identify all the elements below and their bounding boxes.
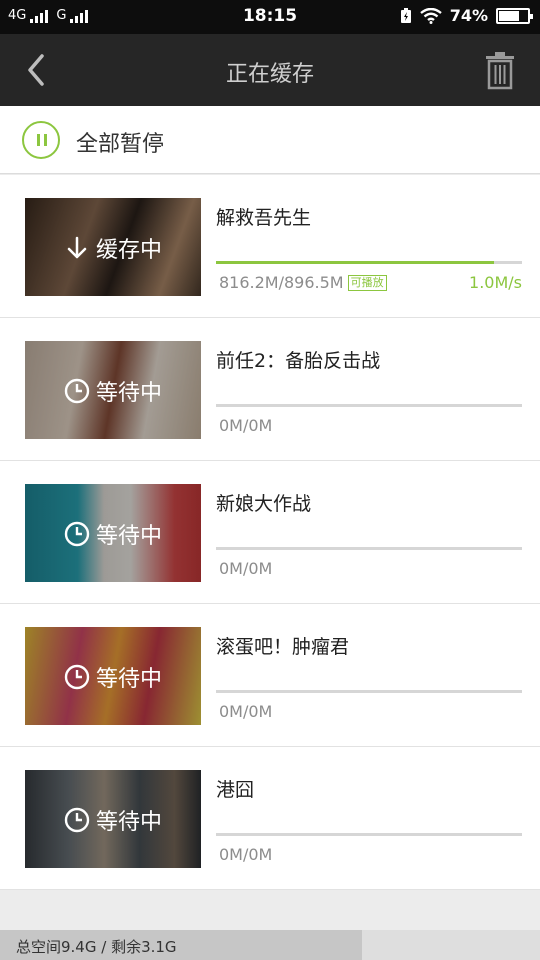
trash-icon[interactable] [482,50,518,90]
size-text: 0M/0M [219,559,273,578]
size-info: 0M/0M [219,416,272,435]
battery-percent: 74% [449,6,488,25]
size-text: 0M/0M [219,845,273,864]
charging-icon [400,7,411,23]
video-thumbnail: 等待中 [25,627,201,725]
size-info: 816.2M/896.5M 可播放 [219,273,387,292]
download-list: 缓存中 解救吾先生 816.2M/896.5M 可播放 1.0M/s 等待中 前任… [0,175,540,890]
battery-icon [496,7,533,24]
pause-icon [22,121,60,159]
video-title: 港囧 [216,779,255,801]
video-title: 滚蛋吧！肿瘤君 [216,636,350,658]
storage-bar: 总空间9.4G / 剩余3.1G [0,930,540,960]
state-label: 缓存中 [95,238,162,263]
clock-icon [64,807,90,833]
wifi-icon [419,7,442,24]
download-item[interactable]: 缓存中 解救吾先生 816.2M/896.5M 可播放 1.0M/s [0,175,540,318]
video-title: 解救吾先生 [216,207,312,229]
video-thumbnail: 等待中 [25,770,201,868]
clock-icon [64,521,90,547]
size-text: 0M/0M [219,702,273,721]
state-label: 等待中 [95,524,162,549]
status-bar: 4G G 18:15 74% [0,0,540,34]
download-state: 等待中 [25,375,201,407]
page-title: 正在缓存 [225,62,314,87]
storage-text: 总空间9.4G / 剩余3.1G [16,938,177,956]
download-item[interactable]: 等待中 新娘大作战 0M/0M [0,461,540,604]
download-item[interactable]: 等待中 港囧 0M/0M [0,747,540,890]
download-arrow-icon [67,236,87,259]
clock-icon [64,378,90,404]
progress-bar [216,690,522,693]
size-info: 0M/0M [219,559,272,578]
nav-bar: 正在缓存 [0,34,540,106]
download-speed: 1.0M/s [469,273,522,292]
download-state: 等待中 [25,518,201,550]
state-label: 等待中 [95,381,162,406]
download-item[interactable]: 等待中 滚蛋吧！肿瘤君 0M/0M [0,604,540,747]
video-title: 新娘大作战 [216,493,312,515]
download-state: 缓存中 [25,232,201,264]
status-right: 74% [400,6,533,25]
progress-bar [216,404,522,407]
state-label: 等待中 [95,667,162,692]
download-state: 等待中 [25,804,201,836]
video-thumbnail: 等待中 [25,341,201,439]
progress-bar [216,833,522,836]
size-info: 0M/0M [219,845,272,864]
size-text: 0M/0M [219,416,273,435]
video-title: 前任2：备胎反击战 [216,350,381,372]
pause-all-label: 全部暂停 [76,132,165,157]
progress-bar [216,261,522,264]
state-label: 等待中 [95,810,162,835]
size-info: 0M/0M [219,702,272,721]
download-state: 等待中 [25,661,201,693]
clock-icon [64,664,90,690]
playable-badge: 可播放 [347,275,387,291]
pause-all-row[interactable]: 全部暂停 [0,106,540,174]
progress-bar [216,547,522,550]
size-text: 816.2M/896.5M [219,273,344,292]
download-item[interactable]: 等待中 前任2：备胎反击战 0M/0M [0,318,540,461]
video-thumbnail: 等待中 [25,484,201,582]
video-thumbnail: 缓存中 [25,198,201,296]
